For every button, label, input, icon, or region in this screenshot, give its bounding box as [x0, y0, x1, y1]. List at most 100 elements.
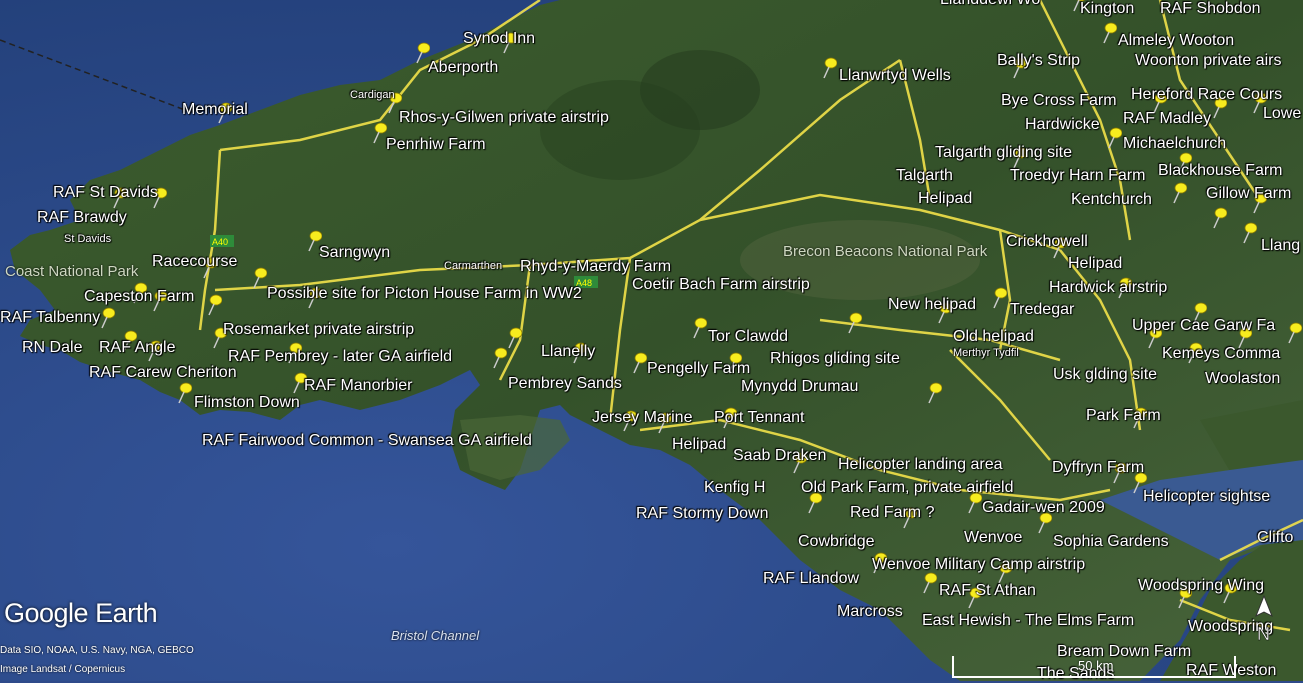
placemark-raf-fairwood[interactable]: RAF Fairwood Common - Swansea GA airfiel…: [202, 432, 532, 450]
placemark-pengelly-farm[interactable]: Pengelly Farm: [647, 360, 750, 378]
placemark-raf-talbenny[interactable]: RAF Talbenny: [0, 309, 100, 327]
placemark-pin-icon[interactable]: [846, 312, 862, 334]
placemark-synod-inn[interactable]: Synod Inn: [463, 30, 535, 48]
placemark-jersey-marine[interactable]: Jersey Marine: [592, 409, 692, 427]
placemark-gillow-farm[interactable]: Gillow Farm: [1206, 185, 1291, 203]
placemark-woolaston[interactable]: Woolaston: [1205, 370, 1280, 388]
town-cardigan[interactable]: Cardigan: [350, 89, 395, 101]
placemark-marcross[interactable]: Marcross: [837, 603, 903, 621]
placemark-coetir-bach[interactable]: Coetir Bach Farm airstrip: [632, 276, 810, 294]
placemark-tredegar[interactable]: Tredegar: [1010, 301, 1074, 319]
placemark-picton-house[interactable]: Possible site for Picton House Farm in W…: [267, 285, 582, 303]
placemark-hereford-race[interactable]: Hereford Race Cours: [1131, 86, 1282, 104]
placemark-troedyr-harn[interactable]: Troedyr Harn Farm: [1010, 167, 1145, 185]
placemark-old-park-farm[interactable]: Old Park Farm, private airfield: [801, 479, 1014, 497]
placemark-pin-icon[interactable]: [821, 57, 837, 79]
placemark-kington[interactable]: Kington: [1080, 0, 1134, 18]
placemark-raf-st-athan[interactable]: RAF St Athan: [939, 582, 1036, 600]
placemark-raf-pembrey[interactable]: RAF Pembrey - later GA airfield: [228, 348, 452, 366]
placemark-memorial[interactable]: Memorial: [182, 101, 248, 119]
placemark-raf-manorbier[interactable]: RAF Manorbier: [304, 377, 412, 395]
placemark-flimston-down[interactable]: Flimston Down: [194, 394, 300, 412]
placemark-pin-icon[interactable]: [631, 352, 647, 374]
placemark-kenfig-hill[interactable]: Kenfig H: [704, 479, 765, 497]
placemark-pin-icon[interactable]: [921, 572, 937, 594]
placemark-rn-dale[interactable]: RN Dale: [22, 339, 82, 357]
placemark-red-farm[interactable]: Red Farm ?: [850, 504, 934, 522]
placemark-usk-gliding[interactable]: Usk glding site: [1053, 366, 1157, 384]
placemark-new-helipad[interactable]: New helipad: [888, 296, 976, 314]
placemark-gadair-wen[interactable]: Gadair-wen 2009: [982, 499, 1105, 517]
placemark-pin-icon[interactable]: [1241, 222, 1257, 244]
placemark-wenvoe-military[interactable]: Wenvoe Military Camp airstrip: [872, 556, 1085, 574]
placemark-kemeys-commander[interactable]: Kemeys Comma: [1162, 345, 1280, 363]
placemark-pin-icon[interactable]: [691, 317, 707, 339]
placemark-pin-icon[interactable]: [176, 382, 192, 404]
placemark-lower[interactable]: Lowe: [1263, 105, 1301, 123]
placemark-pin-icon[interactable]: [99, 307, 115, 329]
town-merthyr-tydfil[interactable]: Merthyr Tydfil: [953, 347, 1019, 359]
placemark-racecourse[interactable]: Racecourse: [152, 253, 237, 271]
placemark-pembrey-sands[interactable]: Pembrey Sands: [508, 375, 622, 393]
placemark-kentchurch[interactable]: Kentchurch: [1071, 191, 1152, 209]
placemark-llang[interactable]: Llang: [1261, 237, 1300, 255]
placemark-pin-icon[interactable]: [1101, 22, 1117, 44]
placemark-talgarth[interactable]: Talgarth: [896, 167, 953, 185]
placemark-pin-icon[interactable]: [491, 347, 507, 369]
placemark-raf-shobdon[interactable]: RAF Shobdon: [1160, 0, 1261, 18]
compass-north-icon[interactable]: N: [1250, 594, 1278, 646]
placemark-woodspring-wing[interactable]: Woodspring Wing: [1138, 577, 1264, 595]
placemark-pin-icon[interactable]: [1211, 207, 1227, 229]
placemark-clifton[interactable]: Clifto: [1257, 529, 1293, 547]
town-st-davids[interactable]: St Davids: [64, 233, 111, 245]
placemark-rosemarket[interactable]: Rosemarket private airstrip: [223, 321, 414, 339]
placemark-hardwick-airstrip[interactable]: Hardwick airstrip: [1049, 279, 1167, 297]
placemark-helipad-swansea[interactable]: Helipad: [672, 436, 726, 454]
placemark-raf-angle[interactable]: RAF Angle: [99, 339, 175, 357]
placemark-mynydd-drumau[interactable]: Mynydd Drumau: [741, 378, 858, 396]
placemark-rhos-y-gilwen[interactable]: Rhos-y-Gilwen private airstrip: [399, 109, 609, 127]
placemark-upper-cae-garw[interactable]: Upper Cae Garw Fa: [1132, 317, 1275, 335]
placemark-pin-icon[interactable]: [371, 122, 387, 144]
placemark-raf-st-davids[interactable]: RAF St Davids: [53, 184, 158, 202]
placemark-llanwrtyd-wells[interactable]: Llanwrtyd Wells: [839, 67, 951, 85]
placemark-dyffryn-farm[interactable]: Dyffryn Farm: [1052, 459, 1144, 477]
placemark-pin-icon[interactable]: [1106, 127, 1122, 149]
placemark-capeston-farm[interactable]: Capeston Farm: [84, 288, 194, 306]
placemark-penrhiw-farm[interactable]: Penrhiw Farm: [386, 136, 486, 154]
placemark-talgarth-gliding[interactable]: Talgarth gliding site: [935, 144, 1072, 162]
placemark-wenvoe[interactable]: Wenvoe: [964, 529, 1022, 547]
placemark-crickhowell[interactable]: Crickhowell: [1006, 233, 1088, 251]
town-carmarthen[interactable]: Carmarthen: [444, 260, 502, 272]
placemark-raf-stormy-down[interactable]: RAF Stormy Down: [636, 505, 768, 523]
placemark-helicopter-landing[interactable]: Helicopter landing area: [838, 456, 1003, 474]
placemark-pin-icon[interactable]: [506, 327, 522, 349]
placemark-pin-icon[interactable]: [1286, 322, 1302, 344]
placemark-raf-madley[interactable]: RAF Madley: [1123, 110, 1211, 128]
placemark-aberporth[interactable]: Aberporth: [428, 59, 498, 77]
placemark-michaelchurch[interactable]: Michaelchurch: [1123, 135, 1226, 153]
placemark-raf-llandow[interactable]: RAF Llandow: [763, 570, 859, 588]
placemark-helipad-talgarth[interactable]: Helipad: [918, 190, 972, 208]
placemark-llanelly[interactable]: Llanelly: [541, 343, 595, 361]
placemark-ballys-strip[interactable]: Bally's Strip: [997, 52, 1080, 70]
placemark-blackhouse-farm[interactable]: Blackhouse Farm: [1158, 162, 1283, 180]
placemark-hardwicke[interactable]: Hardwicke: [1025, 116, 1100, 134]
placemark-pin-icon[interactable]: [926, 382, 942, 404]
placemark-helipad-crickhowell[interactable]: Helipad: [1068, 255, 1122, 273]
placemark-raf-brawdy[interactable]: RAF Brawdy: [37, 209, 127, 227]
placemark-tor-clawdd[interactable]: Tor Clawdd: [708, 328, 788, 346]
placemark-pin-icon[interactable]: [251, 267, 267, 289]
placemark-pin-icon[interactable]: [991, 287, 1007, 309]
placemark-rhigos[interactable]: Rhigos gliding site: [770, 350, 900, 368]
placemark-bye-cross-farm[interactable]: Bye Cross Farm: [1001, 92, 1117, 110]
placemark-park-farm[interactable]: Park Farm: [1086, 407, 1161, 425]
placemark-east-hewish[interactable]: East Hewish - The Elms Farm: [922, 612, 1134, 630]
placemark-helicopter-sightseeing[interactable]: Helicopter sightse: [1143, 488, 1270, 506]
placemark-pin-icon[interactable]: [1171, 182, 1187, 204]
placemark-saab-draken[interactable]: Saab Draken: [733, 447, 826, 465]
placemark-rhyd-y-maerdy[interactable]: Rhyd-y-Maerdy Farm: [520, 258, 671, 276]
placemark-woonton[interactable]: Woonton private airs: [1135, 52, 1281, 70]
placemark-almeley-wooton[interactable]: Almeley Wooton: [1118, 32, 1234, 50]
placemark-port-tennant[interactable]: Port Tennant: [714, 409, 804, 427]
